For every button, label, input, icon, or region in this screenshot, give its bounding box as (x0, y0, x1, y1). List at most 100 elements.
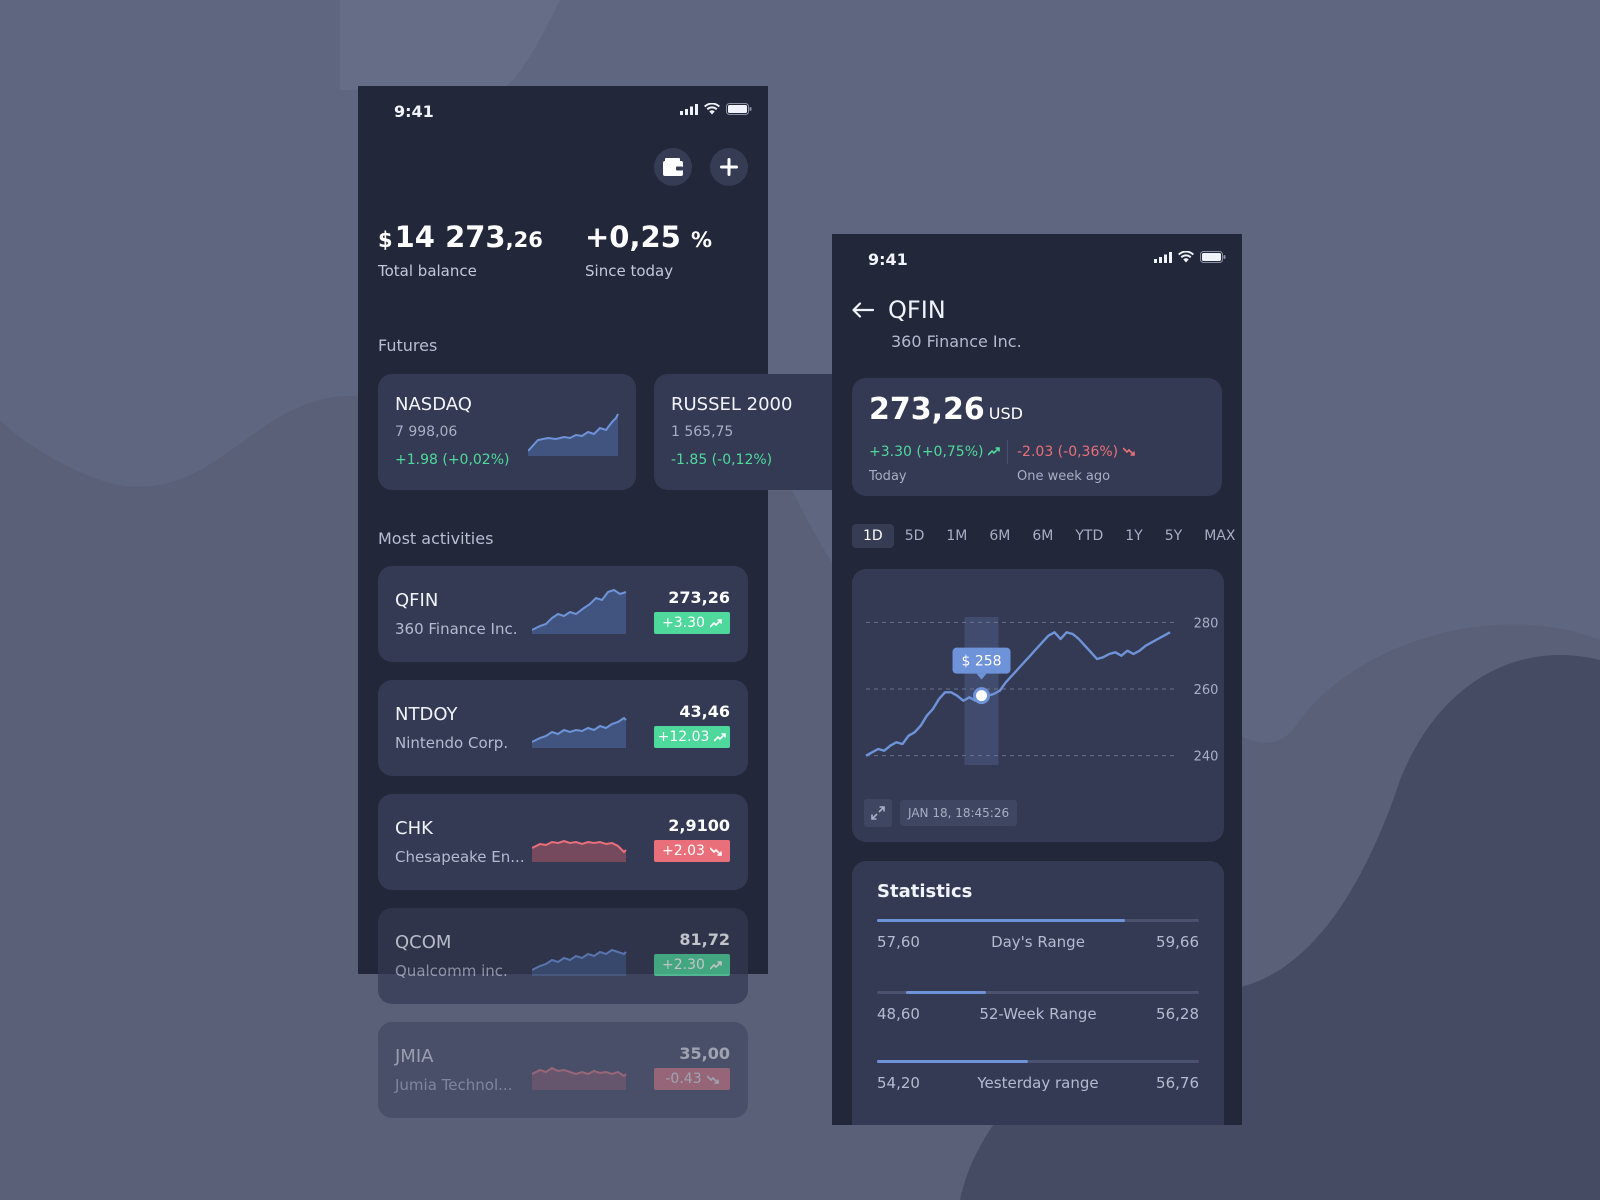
wifi-icon (1178, 251, 1194, 263)
tooltip-label: $ 258 (961, 654, 1001, 670)
y-tick-label: 280 (1194, 616, 1219, 631)
stat-high: 59,66 (1156, 933, 1199, 951)
activity-ticker: QFIN (395, 590, 439, 611)
back-arrow-icon[interactable] (852, 302, 874, 318)
futures-name: NASDAQ (395, 394, 472, 415)
stat-high: 56,76 (1156, 1074, 1199, 1092)
change-week-label: One week ago (1017, 469, 1111, 484)
markets-screen: 9:41 $14 273,26 Total balance +0,25 % Si… (358, 86, 912, 1118)
wifi-icon (704, 103, 720, 115)
detail-currency: USD (988, 404, 1023, 423)
activity-sparkline (532, 948, 627, 976)
plus-icon (720, 158, 738, 176)
trend-down-icon (1122, 447, 1135, 456)
wallet-button[interactable] (654, 148, 692, 186)
futures-change: -1.85 (-0,12%) (671, 452, 773, 468)
change-today-value: +3.30 (+0,75%) (869, 444, 984, 460)
tab-range[interactable]: 1M (935, 524, 978, 548)
activity-company: Chesapeake En... (395, 848, 525, 866)
since-today-change: +0,25 % Since today (585, 220, 712, 280)
statistics-title: Statistics (877, 881, 973, 902)
activity-row-jmia[interactable]: JMIA Jumia Technol... 35,00 -0.43 (378, 1022, 748, 1118)
futures-card-nasdaq[interactable]: NASDAQ 7 998,06 +1.98 (+0,02%) (378, 374, 636, 490)
tab-range[interactable]: YTD (1064, 524, 1114, 548)
activity-sparkline (532, 1066, 627, 1090)
tab-range[interactable]: 5D (894, 524, 936, 548)
stat-track (877, 919, 1199, 922)
activity-change: +2.03 (662, 843, 705, 859)
tab-range[interactable]: 1D (852, 524, 894, 548)
activity-ticker: NTDOY (395, 704, 458, 725)
activity-price: 43,46 (679, 702, 730, 721)
status-bar: 9:41 (832, 234, 1242, 284)
trend-down-icon (709, 846, 722, 856)
activity-change-badge: +2.30 (654, 954, 730, 976)
expand-chart-button[interactable] (864, 799, 892, 827)
expand-icon (871, 806, 885, 820)
stat-low: 57,60 (877, 933, 920, 951)
status-time: 9:41 (868, 250, 908, 269)
y-tick-label: 260 (1194, 683, 1219, 698)
balance-label: Total balance (378, 262, 477, 280)
tab-range[interactable]: 6M (1021, 524, 1064, 548)
activity-change: +2.30 (662, 957, 705, 973)
activity-change-badge: +2.03 (654, 840, 730, 862)
signal-icon (680, 103, 698, 115)
activity-company: Nintendo Corp. (395, 734, 509, 752)
price-chart[interactable]: 280 260 240 $ 258 (852, 569, 1224, 791)
background-shapes (0, 0, 1600, 1200)
highlight-point[interactable] (973, 687, 991, 705)
battery-icon (726, 103, 752, 115)
stat-label: 52-Week Range (979, 1005, 1097, 1023)
activity-row-ntdoy[interactable]: NTDOY Nintendo Corp. 43,46 +12.03 (378, 680, 748, 776)
activity-change-badge: -0.43 (654, 1068, 730, 1090)
stat-track (877, 991, 1199, 994)
change-today: +3.30 (+0,75%) (869, 444, 1000, 460)
price-card: 273,26 USD +3.30 (+0,75%) -2.03 (-0,36%) … (852, 378, 1222, 496)
stat-high: 56,28 (1156, 1005, 1199, 1023)
activity-row-qfin[interactable]: QFIN 360 Finance Inc. 273,26 +3.30 (378, 566, 748, 662)
price-chart-card: 280 260 240 $ 258 JAN 18, 18:45:26 (852, 569, 1224, 842)
activity-price: 81,72 (679, 930, 730, 949)
tab-range[interactable]: 6M (978, 524, 1021, 548)
signal-icon (1154, 251, 1172, 263)
activity-sparkline (532, 716, 627, 748)
trend-up-icon (709, 618, 722, 628)
trend-up-icon (987, 447, 1000, 456)
chart-tooltip: $ 258 (952, 647, 1011, 680)
status-bar: 9:41 (358, 86, 768, 136)
activity-company: Jumia Technol... (395, 1076, 513, 1094)
tab-range[interactable]: 5Y (1154, 524, 1193, 548)
change-week-value: -2.03 (-0,36%) (1017, 444, 1119, 460)
activity-row-qcom[interactable]: QCOM Qualcomm inc. 81,72 +2.30 (378, 908, 748, 1004)
activity-ticker: QCOM (395, 932, 452, 953)
divider (1007, 440, 1008, 464)
futures-name: RUSSEL 2000 (671, 394, 793, 415)
tab-range[interactable]: 1Y (1114, 524, 1153, 548)
activity-company: 360 Finance Inc. (395, 620, 518, 638)
y-tick-label: 240 (1194, 750, 1219, 765)
change-week: -2.03 (-0,36%) (1017, 444, 1135, 460)
tab-range[interactable]: MAX (1193, 524, 1246, 548)
battery-icon (1200, 251, 1226, 263)
stat-fill (877, 919, 1125, 922)
activity-row-chk[interactable]: CHK Chesapeake En... 2,9100 +2.03 (378, 794, 748, 890)
activity-change: -0.43 (665, 1071, 702, 1087)
activity-ticker: JMIA (395, 1046, 434, 1067)
activity-change: +3.30 (662, 615, 705, 631)
stat-fill (905, 991, 987, 994)
stock-detail-screen: 9:41 QFIN 360 Finance Inc. 273,26 USD +3.… (832, 234, 1242, 1125)
activity-price: 273,26 (668, 588, 730, 607)
activity-price: 2,9100 (668, 816, 730, 835)
add-button[interactable] (710, 148, 748, 186)
stat-low: 54,20 (877, 1074, 920, 1092)
statistics-card: Statistics Day's Range 57,60 59,66 52-We… (852, 861, 1224, 1125)
futures-value: 1 565,75 (671, 424, 734, 440)
change-label: Since today (585, 262, 674, 280)
balance-integer: 14 273 (394, 220, 506, 254)
activity-sparkline (532, 839, 627, 862)
detail-company: 360 Finance Inc. (891, 332, 1022, 351)
activity-company: Qualcomm inc. (395, 962, 508, 980)
balance-currency: $ (378, 228, 393, 252)
price-line (865, 631, 1171, 757)
